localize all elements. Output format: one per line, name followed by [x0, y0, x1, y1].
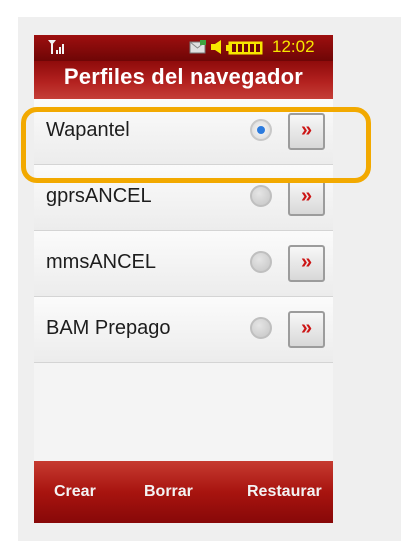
profile-details-button[interactable]: »: [288, 245, 325, 282]
softkey-bar: Crear Borrar Restaurar: [34, 461, 333, 523]
profile-row-mmsancel[interactable]: mmsANCEL »: [34, 231, 333, 297]
profile-details-button[interactable]: »: [288, 311, 325, 348]
page-title: Perfiles del navegador: [63, 64, 304, 89]
title-bar: Perfiles del navegador: [34, 61, 333, 99]
message-icon: [189, 40, 206, 54]
battery-icon: [226, 41, 263, 55]
signal-strength-icon: [48, 40, 64, 54]
speaker-icon: [211, 40, 221, 54]
profile-radio[interactable]: [250, 185, 272, 207]
profile-row-bam-prepago[interactable]: BAM Prepago »: [34, 297, 333, 363]
delete-button[interactable]: Borrar: [144, 483, 193, 501]
profile-label: gprsANCEL: [46, 185, 152, 207]
status-bar: 12:02: [34, 35, 333, 61]
selection-highlight: [21, 107, 371, 183]
restore-button[interactable]: Restaurar: [247, 483, 322, 501]
profile-details-button[interactable]: »: [288, 179, 325, 216]
list-empty-area: [34, 363, 333, 461]
create-button[interactable]: Crear: [54, 483, 96, 501]
profile-label: mmsANCEL: [46, 251, 157, 273]
profile-radio[interactable]: [250, 317, 272, 339]
clock: 12:02: [272, 37, 315, 56]
profile-label: BAM Prepago: [46, 317, 171, 339]
profile-radio[interactable]: [250, 251, 272, 273]
